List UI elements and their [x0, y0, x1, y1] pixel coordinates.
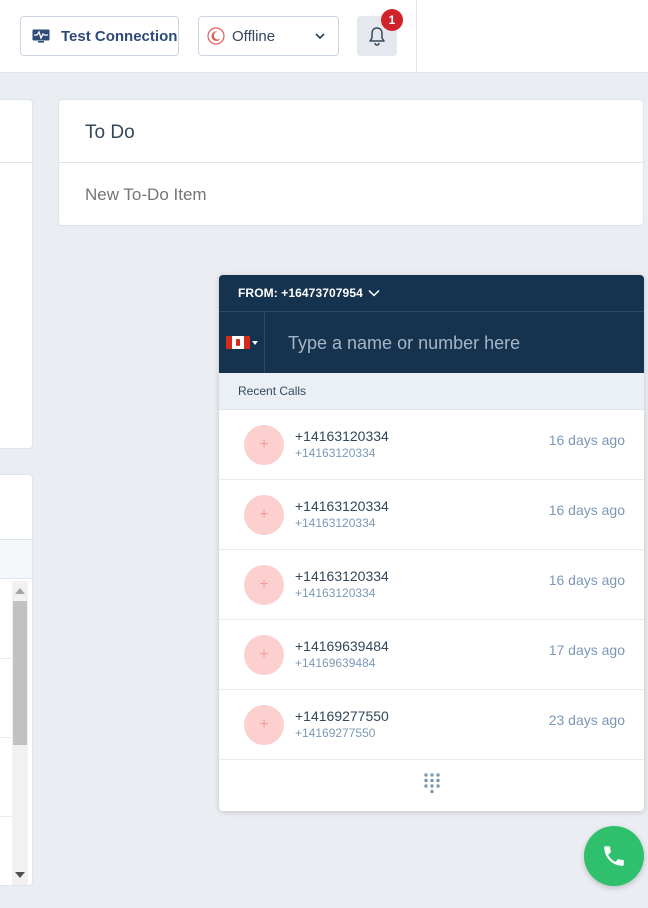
call-subnumber: +14169277550 [295, 726, 376, 740]
keypad-icon[interactable] [422, 772, 442, 794]
pulse-monitor-icon [32, 29, 50, 43]
recent-call-row[interactable]: + +14169277550 +14169277550 23 days ago [219, 690, 644, 760]
test-connection-label: Test Connection [61, 27, 178, 45]
call-time: 16 days ago [548, 432, 625, 448]
country-selector[interactable] [219, 312, 265, 373]
top-bar: Test Connection Offline 1 [0, 0, 648, 73]
recent-calls-header: Recent Calls [219, 373, 644, 410]
todo-card: To Do [58, 99, 644, 226]
caret-down-icon [251, 340, 258, 345]
phone-icon [604, 846, 624, 866]
canada-flag-icon [225, 336, 250, 349]
dialer-header-divider [219, 311, 644, 312]
dialer-header: FROM: +16473707954 [219, 275, 644, 373]
header-divider [416, 0, 417, 73]
call-time: 16 days ago [548, 572, 625, 588]
dial-number-input[interactable] [288, 333, 628, 354]
status-dropdown[interactable]: Offline [198, 16, 339, 56]
call-time: 17 days ago [548, 642, 625, 658]
contact-avatar: + [244, 635, 284, 675]
call-subnumber: +14169639484 [295, 656, 376, 670]
scroll-down-arrow-icon[interactable] [15, 872, 25, 878]
call-subnumber: +14163120334 [295, 516, 376, 530]
moon-icon [207, 27, 225, 45]
contact-avatar: + [244, 565, 284, 605]
contact-avatar: + [244, 495, 284, 535]
call-subnumber: +14163120334 [295, 586, 376, 600]
call-button[interactable] [584, 826, 644, 886]
left-table-header [0, 539, 32, 579]
call-time: 16 days ago [548, 502, 625, 518]
todo-divider [59, 162, 643, 163]
scrollbar[interactable] [12, 581, 28, 885]
call-time: 23 days ago [548, 712, 625, 728]
chevron-down-icon [368, 289, 380, 297]
todo-title: To Do [85, 122, 135, 143]
scrollbar-thumb[interactable] [13, 601, 27, 745]
recent-call-row[interactable]: + +14169639484 +14169639484 17 days ago [219, 620, 644, 690]
recent-call-row[interactable]: + +14163120334 +14163120334 16 days ago [219, 550, 644, 620]
notification-count-badge: 1 [381, 9, 403, 31]
call-number: +14163120334 [295, 568, 389, 584]
from-number-label: FROM: +16473707954 [238, 286, 363, 300]
scroll-up-arrow-icon[interactable] [15, 588, 25, 594]
call-subnumber: +14163120334 [295, 446, 376, 460]
call-number: +14169277550 [295, 708, 389, 724]
contact-avatar: + [244, 705, 284, 745]
new-todo-input[interactable] [85, 185, 585, 205]
call-number: +14169639484 [295, 638, 389, 654]
recent-call-row[interactable]: + +14163120334 +14163120334 16 days ago [219, 480, 644, 550]
status-value: Offline [232, 27, 276, 45]
left-panel-bottom [0, 474, 33, 886]
call-number: +14163120334 [295, 498, 389, 514]
call-number: +14163120334 [295, 428, 389, 444]
chevron-down-icon [315, 33, 325, 40]
left-panel-top [0, 99, 33, 449]
contact-avatar: + [244, 425, 284, 465]
dialer-panel: FROM: +16473707954 Recent Calls + +14163… [219, 275, 644, 811]
from-number-selector[interactable]: FROM: +16473707954 [238, 286, 380, 300]
recent-call-row[interactable]: + +14163120334 +14163120334 16 days ago [219, 410, 644, 480]
test-connection-button[interactable]: Test Connection [20, 16, 179, 56]
left-panel-divider [0, 162, 32, 163]
recent-calls-label: Recent Calls [238, 384, 307, 398]
